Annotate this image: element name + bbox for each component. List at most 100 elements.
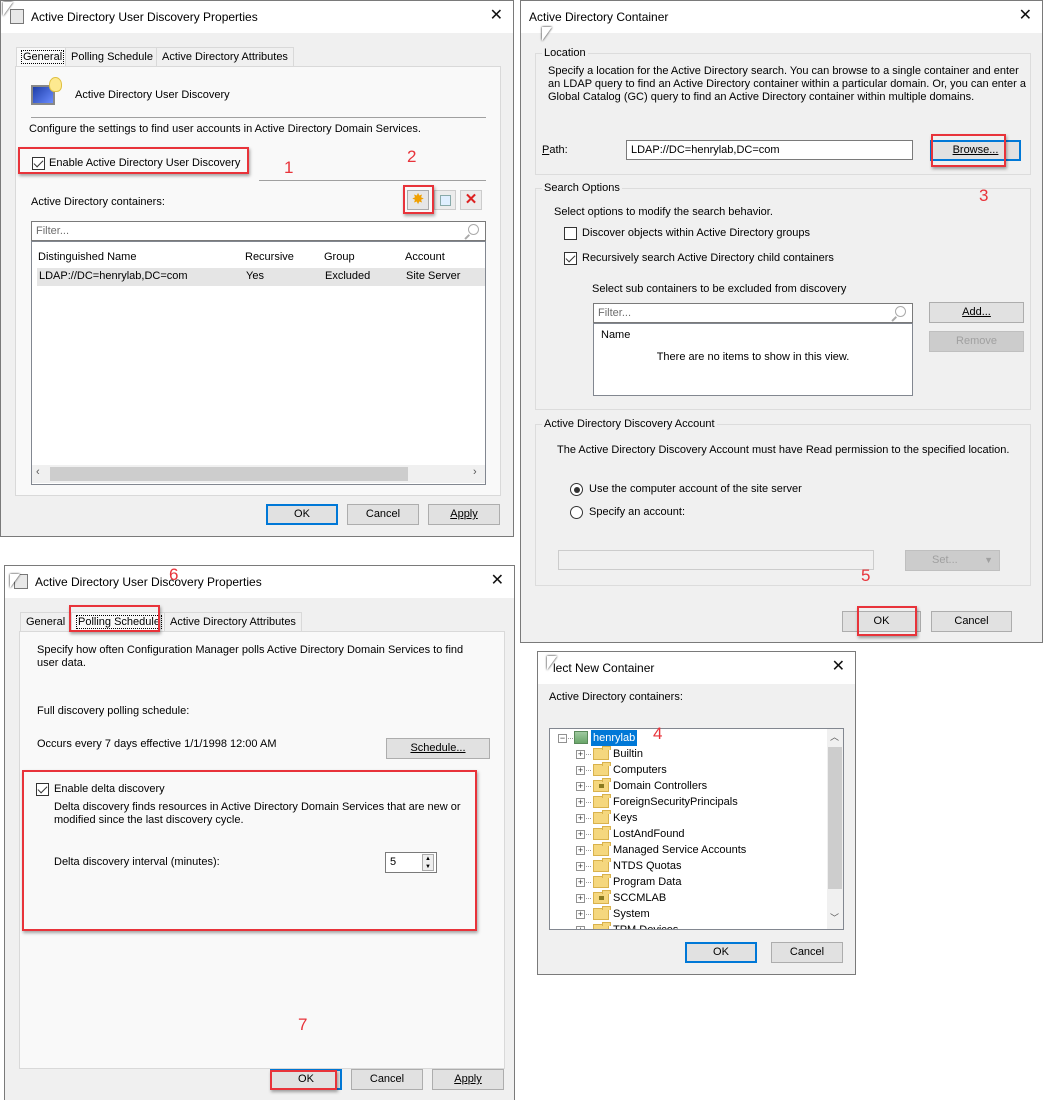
path-input[interactable]: LDAP://DC=henrylab,DC=com — [626, 140, 913, 160]
annotation-5: 5 — [861, 566, 871, 585]
enable-delta-checkbox[interactable] — [36, 783, 49, 796]
delete-button[interactable]: ✕ — [460, 190, 482, 210]
ok-button[interactable]: OK — [685, 942, 757, 963]
expand-icon[interactable]: + — [576, 846, 585, 855]
cancel-button[interactable]: Cancel — [771, 942, 843, 963]
discover-groups-checkbox[interactable] — [564, 227, 577, 240]
recursive-label[interactable]: Recursively search Active Directory chil… — [582, 252, 834, 264]
use-computer-account-label[interactable]: Use the computer account of the site ser… — [589, 483, 802, 495]
tab-ad-attributes[interactable]: Active Directory Attributes — [164, 612, 302, 632]
scroll-down-icon[interactable]: ﹀ — [830, 911, 839, 924]
location-group-label: Location — [542, 47, 588, 59]
use-computer-account-radio[interactable] — [570, 483, 583, 496]
containers-label: Active Directory containers: — [31, 196, 165, 208]
enable-delta-label[interactable]: Enable delta discovery — [54, 783, 165, 795]
apply-label: Apply — [454, 1073, 482, 1085]
discovery-account-group: Active Directory Discovery Account The A… — [535, 418, 1031, 586]
location-text: Specify a location for the Active Direct… — [548, 65, 1026, 103]
tab-polling-schedule[interactable]: Polling Schedule — [65, 47, 159, 67]
tree-item-label[interactable]: Builtin — [613, 746, 643, 762]
ok-button[interactable]: OK — [842, 611, 921, 632]
filter-input[interactable]: Filter... — [31, 221, 486, 241]
tree-item-label[interactable]: TPM Devices — [613, 922, 678, 929]
exclude-filter-input[interactable]: Filter... — [593, 303, 913, 323]
column-header-account[interactable]: Account — [405, 251, 445, 263]
tab-general[interactable]: General — [20, 612, 72, 632]
column-header-recursive[interactable]: Recursive — [245, 251, 294, 263]
discover-groups-label[interactable]: Discover objects within Active Directory… — [582, 227, 810, 239]
scroll-left-icon[interactable]: ‹ — [36, 466, 40, 478]
specify-account-label[interactable]: Specify an account: — [589, 506, 685, 518]
schedule-text: Occurs every 7 days effective 1/1/1998 1… — [37, 738, 277, 750]
tree-item-label[interactable]: Keys — [613, 810, 637, 826]
collapse-icon[interactable]: − — [558, 734, 567, 743]
tab-ad-attributes[interactable]: Active Directory Attributes — [156, 47, 294, 67]
close-icon[interactable]: ✕ — [491, 572, 504, 590]
expand-icon[interactable]: + — [576, 830, 585, 839]
specify-account-radio[interactable] — [570, 506, 583, 519]
expand-icon[interactable]: + — [576, 766, 585, 775]
tree-connector — [586, 850, 591, 851]
expand-icon[interactable]: + — [576, 814, 585, 823]
expand-icon[interactable]: + — [576, 862, 585, 871]
close-icon[interactable]: ✕ — [490, 7, 503, 25]
browse-button[interactable]: Browse... — [930, 140, 1021, 161]
tree-item-label[interactable]: NTDS Quotas — [613, 858, 681, 874]
cancel-button[interactable]: Cancel — [931, 611, 1012, 632]
tree-item-label[interactable]: SCCMLAB — [613, 890, 666, 906]
scrollbar-thumb[interactable] — [828, 747, 842, 889]
horizontal-scrollbar[interactable]: ‹ › — [32, 465, 485, 483]
tree-item-label[interactable]: Computers — [613, 762, 667, 778]
enable-discovery-checkbox[interactable] — [32, 157, 45, 170]
annotation-6: 6 — [169, 565, 179, 584]
ok-button[interactable]: OK — [266, 504, 338, 525]
apply-button[interactable]: Apply — [428, 504, 500, 525]
tree-item-label[interactable]: Program Data — [613, 874, 681, 890]
column-header-name[interactable]: Name — [601, 329, 630, 341]
expand-icon[interactable]: + — [576, 798, 585, 807]
tree-root-label[interactable]: henrylab — [591, 730, 638, 746]
column-header-dn[interactable]: Distinguished Name — [38, 251, 136, 263]
vertical-scrollbar[interactable]: ︿ ﹀ — [827, 729, 843, 929]
schedule-button[interactable]: Schedule... — [386, 738, 490, 759]
tree-item-label[interactable]: LostAndFound — [613, 826, 685, 842]
folder-icon — [593, 826, 611, 840]
browse-label: Browse... — [952, 144, 999, 156]
expand-icon[interactable]: + — [576, 910, 585, 919]
expand-icon[interactable]: + — [576, 894, 585, 903]
ok-button[interactable]: OK — [270, 1069, 342, 1090]
scroll-right-icon[interactable]: › — [473, 466, 477, 478]
recursive-checkbox[interactable] — [564, 252, 577, 265]
expand-icon[interactable]: + — [576, 782, 585, 791]
interval-spinner[interactable]: ▲ ▼ — [422, 854, 434, 871]
mouse-cursor — [3, 2, 13, 16]
tree-connector — [586, 898, 591, 899]
close-icon[interactable]: ✕ — [832, 658, 845, 676]
separator — [259, 180, 486, 181]
tree-item-label[interactable]: Managed Service Accounts — [613, 842, 746, 858]
tree-item-label[interactable]: Domain Controllers — [613, 778, 707, 794]
column-header-group[interactable]: Group — [324, 251, 355, 263]
apply-button[interactable]: Apply — [432, 1069, 504, 1090]
tree-item-label[interactable]: ForeignSecurityPrincipals — [613, 794, 738, 810]
scrollbar-thumb[interactable] — [50, 467, 408, 481]
excluded-containers-list[interactable]: Name There are no items to show in this … — [593, 323, 913, 396]
expand-icon[interactable]: + — [576, 750, 585, 759]
expand-icon[interactable]: + — [576, 926, 585, 929]
container-tree[interactable]: − henrylab + Builtin + Computers + Domain Con… — [549, 728, 844, 930]
cancel-button[interactable]: Cancel — [347, 504, 419, 525]
lightbulb-icon — [49, 77, 62, 92]
add-button[interactable]: Add... — [929, 302, 1024, 323]
scroll-up-icon[interactable]: ︿ — [830, 730, 839, 743]
expand-icon[interactable]: + — [576, 878, 585, 887]
close-icon[interactable]: ✕ — [1019, 7, 1032, 25]
table-row[interactable]: LDAP://DC=henrylab,DC=com Yes Excluded S… — [37, 268, 485, 286]
search-icon — [895, 306, 906, 317]
properties-button[interactable] — [434, 190, 456, 210]
new-container-button[interactable]: ✸ — [407, 190, 429, 210]
containers-list[interactable]: Distinguished Name Recursive Group Accou… — [31, 241, 486, 485]
cancel-button[interactable]: Cancel — [351, 1069, 423, 1090]
tab-panel: Active Directory User Discovery Configur… — [15, 66, 501, 496]
tree-item-label[interactable]: System — [613, 906, 650, 922]
enable-discovery-label[interactable]: Enable Active Directory User Discovery — [49, 157, 240, 169]
